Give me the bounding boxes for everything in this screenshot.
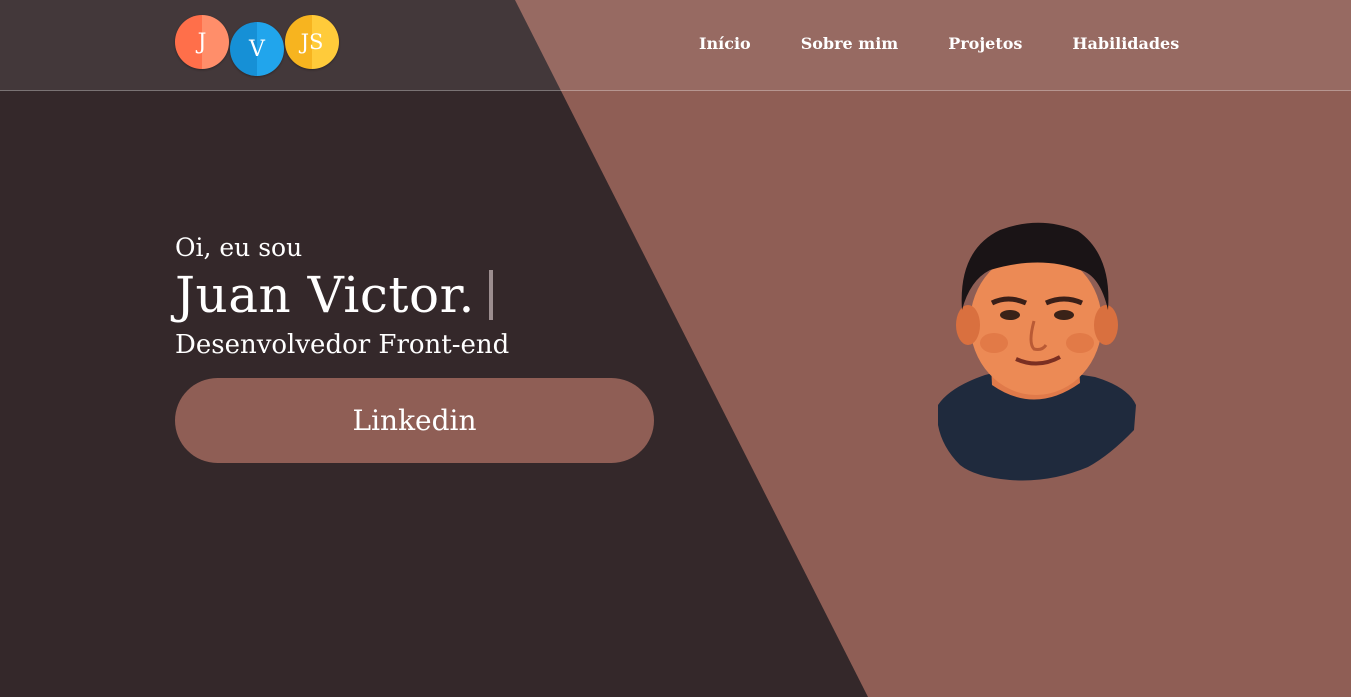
main-nav: Início Sobre mim Projetos Habilidades <box>699 34 1179 53</box>
nav-item-sobre-mim[interactable]: Sobre mim <box>801 34 899 53</box>
nav-item-habilidades[interactable]: Habilidades <box>1072 34 1179 53</box>
linkedin-button[interactable]: Linkedin <box>175 378 654 463</box>
name-row: Juan Victor. <box>175 266 509 324</box>
typing-cursor <box>488 270 493 320</box>
role-text: Desenvolvedor Front-end <box>175 330 510 360</box>
nav-item-projetos[interactable]: Projetos <box>948 34 1022 53</box>
hero-name: Juan Victor. <box>175 266 475 324</box>
header: J V JS Início Sobre mim Projetos Habilid… <box>0 0 1351 91</box>
logo[interactable]: J V JS <box>175 15 345 77</box>
greeting-text: Oi, eu sou <box>175 233 303 262</box>
logo-v-circle: V <box>230 22 284 76</box>
hero-intro: Oi, eu sou Juan Victor. Desenvolvedor Fr… <box>175 230 509 364</box>
nav-item-inicio[interactable]: Início <box>699 34 751 53</box>
portrait-avatar <box>938 222 1136 481</box>
logo-js-circle: JS <box>285 15 339 69</box>
logo-j-circle: J <box>175 15 229 69</box>
